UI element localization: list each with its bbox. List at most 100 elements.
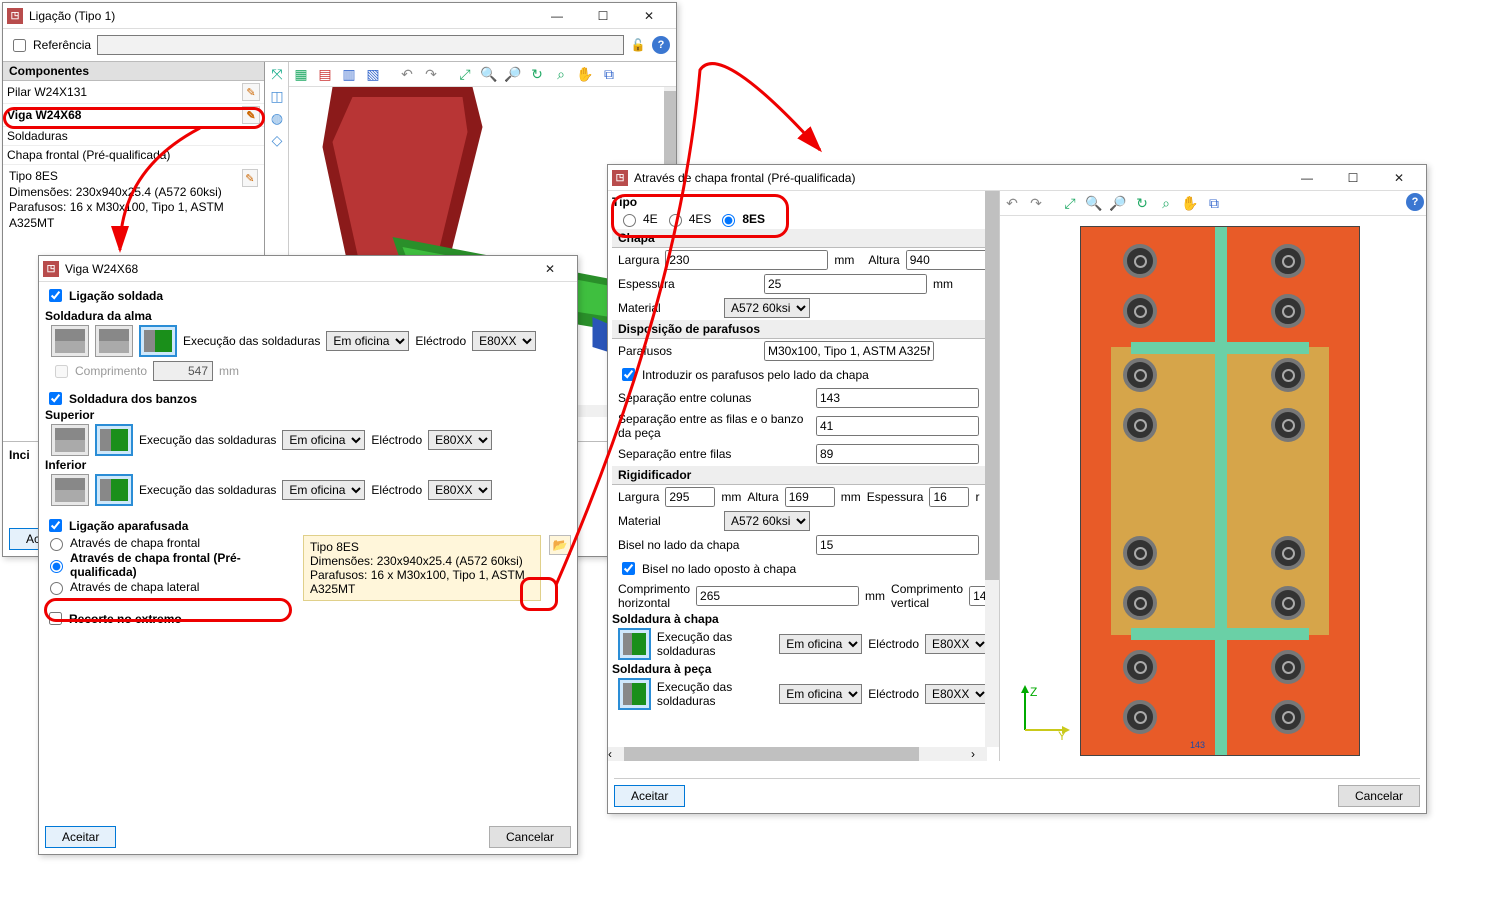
largura-input[interactable] — [665, 250, 828, 270]
weld-inf-2[interactable] — [95, 474, 133, 506]
zoom-fit-icon[interactable]: ⤢ — [455, 64, 475, 84]
weld-option-2[interactable] — [95, 325, 133, 357]
edit-icon[interactable]: ✎ — [242, 83, 260, 101]
undo-icon[interactable]: ↶ — [1002, 193, 1022, 213]
pan-icon[interactable]: ✋ — [1180, 193, 1200, 213]
weld-option-1[interactable] — [51, 325, 89, 357]
close-button[interactable]: ✕ — [527, 256, 573, 282]
undo-icon[interactable]: ↶ — [397, 64, 417, 84]
referencia-checkbox[interactable]: Referência — [9, 36, 91, 55]
cube-icon[interactable]: ◫ — [267, 86, 287, 106]
maximize-button[interactable]: ☐ — [1330, 165, 1376, 191]
bisel-oposto-checkbox[interactable]: Bisel no lado oposto à chapa — [612, 557, 995, 580]
minimize-button[interactable]: — — [534, 3, 580, 29]
elec-peca-select[interactable]: E80XX — [925, 684, 989, 704]
window-viga: ◳ Viga W24X68 ✕ Ligação soldada Soldadur… — [38, 255, 578, 855]
radio-chapa-frontal[interactable]: Através de chapa frontal — [45, 535, 295, 551]
r-largura-input[interactable] — [665, 487, 715, 507]
comprimento-checkbox[interactable]: Comprimento — [51, 362, 147, 381]
zoom-region-icon[interactable]: ⌕ — [551, 64, 571, 84]
v-scrollbar[interactable] — [985, 191, 999, 747]
minimize-button[interactable]: — — [1284, 165, 1330, 191]
component-soldaduras[interactable]: Soldaduras — [3, 127, 264, 146]
exec-select[interactable]: Em oficina — [326, 331, 409, 351]
electrode-select-sup[interactable]: E80XX — [428, 430, 492, 450]
accept-button[interactable]: Aceitar — [614, 785, 685, 807]
weld-chapa-thumb[interactable] — [618, 628, 651, 660]
rigid-header: Rigidificador — [612, 466, 995, 485]
redo-icon[interactable]: ↷ — [1026, 193, 1046, 213]
exec-select-inf[interactable]: Em oficina — [282, 480, 365, 500]
orbit-icon[interactable]: ↻ — [527, 64, 547, 84]
radio-4e[interactable]: 4E — [618, 211, 658, 227]
exec-select-sup[interactable]: Em oficina — [282, 430, 365, 450]
redo-icon[interactable]: ↷ — [421, 64, 441, 84]
sep-filas-input[interactable] — [816, 444, 979, 464]
ligacao-aparafusada-checkbox[interactable]: Ligação aparafusada — [45, 516, 571, 535]
soldadura-banzos-checkbox[interactable]: Soldadura dos banzos — [45, 389, 571, 408]
zoom-in-icon[interactable]: 🔍 — [1084, 193, 1104, 213]
r-altura-input[interactable] — [785, 487, 835, 507]
component-viga[interactable]: Viga W24X68 ✎ — [3, 104, 264, 127]
orbit-icon[interactable]: ↻ — [1132, 193, 1152, 213]
zoom-fit-icon[interactable]: ⤢ — [1060, 193, 1080, 213]
component-pilar[interactable]: Pilar W24X131 ✎ — [3, 81, 264, 104]
tool-icon-4[interactable]: ▧ — [363, 64, 383, 84]
tool-icon-3[interactable]: ▥ — [339, 64, 359, 84]
window-icon[interactable]: ⧉ — [599, 64, 619, 84]
zoom-in-icon[interactable]: 🔍 — [479, 64, 499, 84]
espessura-input[interactable] — [764, 274, 927, 294]
window-icon[interactable]: ⧉ — [1204, 193, 1224, 213]
introduzir-checkbox[interactable]: Introduzir os parafusos pelo lado da cha… — [612, 363, 995, 386]
weld-inf-1[interactable] — [51, 474, 89, 506]
r-esp-input[interactable] — [929, 487, 969, 507]
wire-icon[interactable]: ◇ — [267, 130, 287, 150]
axes-icon[interactable]: ⤧ — [267, 64, 287, 84]
electrode-select-inf[interactable]: E80XX — [428, 480, 492, 500]
pan-icon[interactable]: ✋ — [575, 64, 595, 84]
tool-icon-1[interactable]: ▦ — [291, 64, 311, 84]
material-select[interactable]: A572 60ksi — [724, 298, 810, 318]
close-button[interactable]: ✕ — [1376, 165, 1422, 191]
cancel-button[interactable]: Cancelar — [1338, 785, 1420, 807]
sep-fil-banzo-input[interactable] — [816, 416, 979, 436]
parafusos-input[interactable] — [764, 341, 934, 361]
bisel-chapa-input[interactable] — [816, 535, 979, 555]
open-prequalif-button[interactable]: 📂 — [549, 535, 571, 555]
shade-icon[interactable]: ◍ — [267, 108, 287, 128]
recorte-checkbox[interactable]: Recorte no extremo — [45, 609, 571, 628]
help-icon[interactable]: ? — [1406, 193, 1424, 211]
comp-h-input[interactable] — [696, 586, 859, 606]
bolt — [1123, 700, 1157, 734]
cancel-button[interactable]: Cancelar — [489, 826, 571, 848]
plate-2d-view[interactable]: {"rows":[28,78,142,192,320,370,434,484],… — [1000, 216, 1426, 756]
radio-chapa-prequalif[interactable]: Através de chapa frontal (Pré-qualificad… — [45, 551, 295, 579]
h-scrollbar[interactable]: ‹› — [608, 747, 987, 761]
zoom-out-icon[interactable]: 🔎 — [503, 64, 523, 84]
elec-chapa-select[interactable]: E80XX — [925, 634, 989, 654]
radio-8es[interactable]: 8ES — [717, 211, 765, 227]
weld-option-3[interactable] — [139, 325, 177, 357]
weld-sup-1[interactable] — [51, 424, 89, 456]
sold-chapa-header: Soldadura à chapa — [612, 612, 995, 626]
zoom-region-icon[interactable]: ⌕ — [1156, 193, 1176, 213]
exec-chapa-select[interactable]: Em oficina — [779, 634, 862, 654]
accept-button[interactable]: Aceitar — [45, 826, 116, 848]
edit-icon[interactable]: ✎ — [242, 169, 258, 187]
help-icon[interactable]: ? — [652, 36, 670, 54]
zoom-out-icon[interactable]: 🔎 — [1108, 193, 1128, 213]
weld-peca-thumb[interactable] — [618, 678, 651, 710]
component-chapa[interactable]: Chapa frontal (Pré-qualificada) — [3, 146, 264, 165]
close-button[interactable]: ✕ — [626, 3, 672, 29]
r-material-select[interactable]: A572 60ksi — [724, 511, 810, 531]
sep-col-input[interactable] — [816, 388, 979, 408]
ligacao-soldada-checkbox[interactable]: Ligação soldada — [45, 286, 571, 305]
edit-icon[interactable]: ✎ — [242, 106, 260, 124]
exec-peca-select[interactable]: Em oficina — [779, 684, 862, 704]
weld-sup-2[interactable] — [95, 424, 133, 456]
radio-chapa-lateral[interactable]: Através de chapa lateral — [45, 579, 295, 595]
radio-4es[interactable]: 4ES — [664, 211, 712, 227]
tool-icon-2[interactable]: ▤ — [315, 64, 335, 84]
maximize-button[interactable]: ☐ — [580, 3, 626, 29]
electrode-select[interactable]: E80XX — [472, 331, 536, 351]
